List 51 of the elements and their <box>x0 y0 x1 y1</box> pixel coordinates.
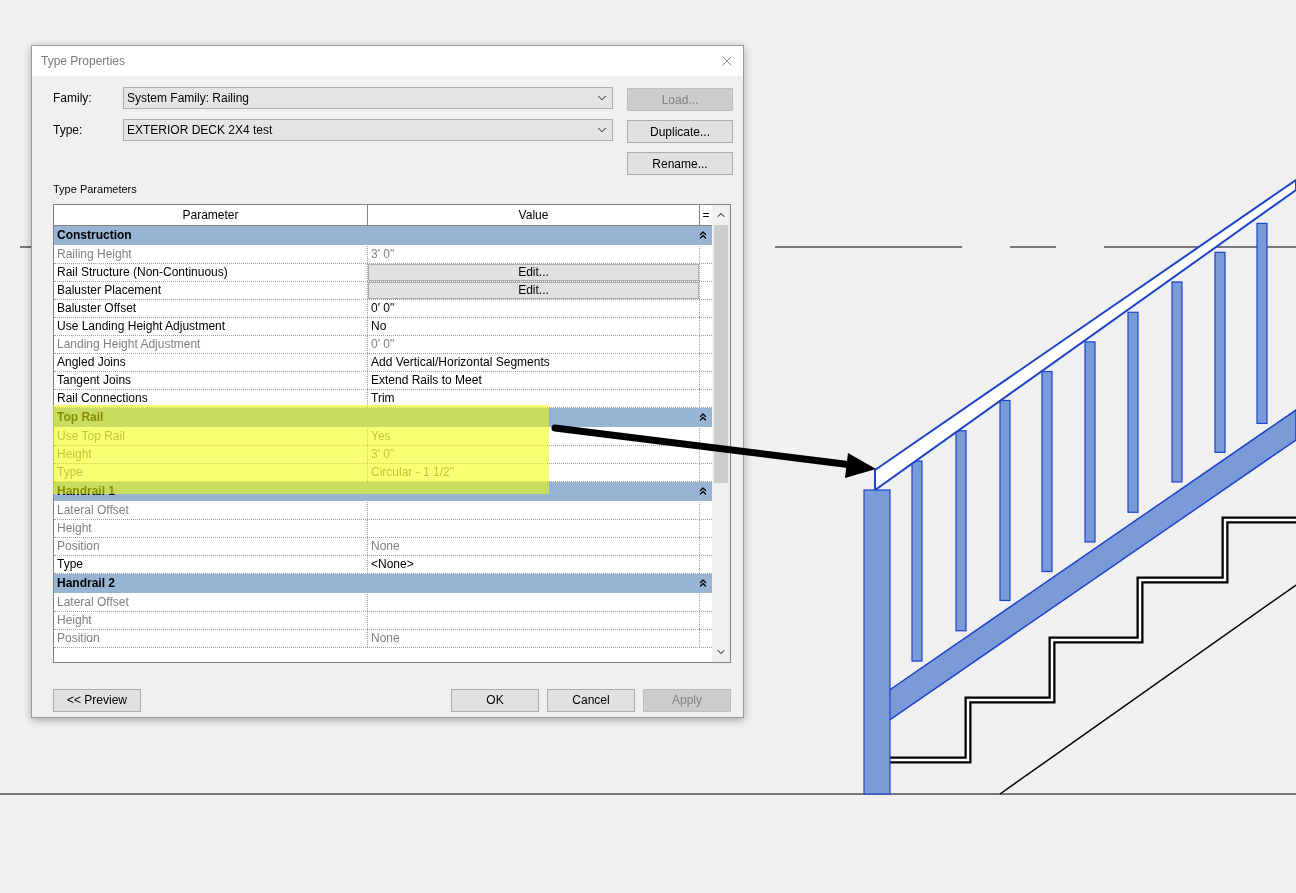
parameter-cell: Landing Height Adjustment <box>54 335 368 353</box>
value-cell-text: None <box>370 537 401 555</box>
group-header[interactable]: Handrail 2 <box>54 573 712 594</box>
collapse-icon <box>697 411 709 423</box>
dropdown-field[interactable]: EXTERIOR DECK 2X4 test <box>123 119 613 141</box>
parameter-cell: Railing Height <box>54 245 368 263</box>
value-cell-text: 0' 0" <box>370 299 396 317</box>
field-label: Type: <box>53 122 84 139</box>
scrollbar[interactable] <box>712 204 730 662</box>
column-header[interactable]: Value <box>368 204 700 225</box>
value-cell-text: None <box>370 629 401 647</box>
field-label: Family: <box>53 90 93 107</box>
value-cell-text: <None> <box>370 555 415 573</box>
parameter-cell: Baluster Offset <box>54 299 368 317</box>
parameter-cell: Height <box>54 519 368 537</box>
dialog-button[interactable]: Rename... <box>627 152 733 175</box>
preview-button[interactable]: << Preview <box>53 688 141 712</box>
collapse-icon <box>697 229 709 241</box>
parameter-cell: Lateral Offset <box>54 593 368 611</box>
parameter-cell: Type <box>54 555 368 573</box>
parameter-cell: Use Landing Height Adjustment <box>54 317 368 335</box>
parameter-cell: Tangent Joins <box>54 371 368 389</box>
dialog-button[interactable]: Duplicate... <box>627 120 733 143</box>
parameter-cell: Height <box>54 611 368 629</box>
value-cell-text: Yes <box>370 427 392 445</box>
value-cell-text: No <box>370 317 388 335</box>
parameter-cell: Rail Connections <box>54 389 368 407</box>
value-cell-text: Add Vertical/Horizontal Segments <box>370 353 551 371</box>
parameter-cell: Position <box>54 537 368 555</box>
value-cell-text: Circular - 1 1/2" <box>370 463 455 481</box>
dialog-button[interactable]: Cancel <box>547 688 635 712</box>
parameter-cell: Position <box>54 629 368 647</box>
dropdown-field[interactable]: System Family: Railing <box>123 87 613 109</box>
value-cell-text: Trim <box>370 389 396 407</box>
parameter-cell: Height <box>54 445 368 463</box>
group-header[interactable]: Construction <box>54 225 712 246</box>
window-title: Type Properties <box>41 53 126 70</box>
section-label: Type Parameters <box>53 182 138 197</box>
parameter-cell: Type <box>54 463 368 481</box>
value-cell-text: 3' 0" <box>370 245 396 263</box>
value-cell-text: 3' 0" <box>370 445 396 463</box>
parameter-cell: Lateral Offset <box>54 501 368 519</box>
column-header[interactable]: Parameter <box>54 204 368 225</box>
value-cell-text: Extend Rails to Meet <box>370 371 483 389</box>
collapse-icon <box>697 577 709 589</box>
parameter-cell: Angled Joins <box>54 353 368 371</box>
dialog-button[interactable]: OK <box>451 688 539 712</box>
collapse-icon <box>697 485 709 497</box>
column-header[interactable]: = <box>700 204 712 225</box>
parameter-cell: Use Top Rail <box>54 427 368 445</box>
value-cell-text: 0' 0" <box>370 335 396 353</box>
